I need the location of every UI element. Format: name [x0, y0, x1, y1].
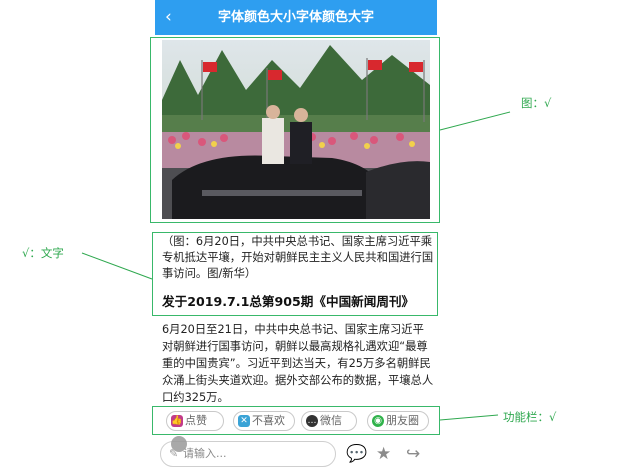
dislike-button[interactable]: ✕ 不喜欢 [233, 411, 295, 431]
wechat-label: 微信 [320, 414, 342, 427]
image-annotation-box [150, 37, 440, 223]
function-bar-leader-line [439, 414, 499, 421]
text-leader-line [81, 252, 153, 280]
moments-share-button[interactable]: ◉ 朋友圈 [367, 411, 429, 431]
comment-placeholder: 请输入... [183, 447, 227, 460]
moments-icon: ◉ [372, 415, 384, 427]
text-annotation-label: √：文字 [22, 246, 64, 260]
image-annotation-label: 图：√ [521, 96, 552, 110]
moments-label: 朋友圈 [386, 414, 419, 427]
like-button[interactable]: 👍 点赞 [166, 411, 224, 431]
dislike-label: 不喜欢 [252, 414, 285, 427]
touch-indicator [171, 436, 187, 452]
comment-icon[interactable]: 💬 [346, 444, 367, 464]
image-leader-line [439, 111, 511, 131]
share-icon[interactable]: ↪ [406, 444, 420, 464]
like-label: 点赞 [185, 414, 207, 427]
top-navigation-bar: ‹ 字体颜色大小字体颜色大字 [155, 0, 437, 35]
thumbs-up-icon: 👍 [171, 415, 183, 427]
text-annotation-box [152, 232, 438, 316]
wechat-icon: … [306, 415, 318, 427]
thumbs-down-icon: ✕ [238, 415, 250, 427]
star-icon[interactable]: ★ [376, 444, 391, 464]
article-body: 6月20日至21日，中共中央总书记、国家主席习近平对朝鲜进行国事访问，朝鲜以最高… [162, 323, 434, 404]
page-title: 字体颜色大小字体颜色大字 [217, 10, 374, 25]
function-bar-annotation-label: 功能栏：√ [503, 410, 557, 424]
wechat-share-button[interactable]: … 微信 [301, 411, 357, 431]
